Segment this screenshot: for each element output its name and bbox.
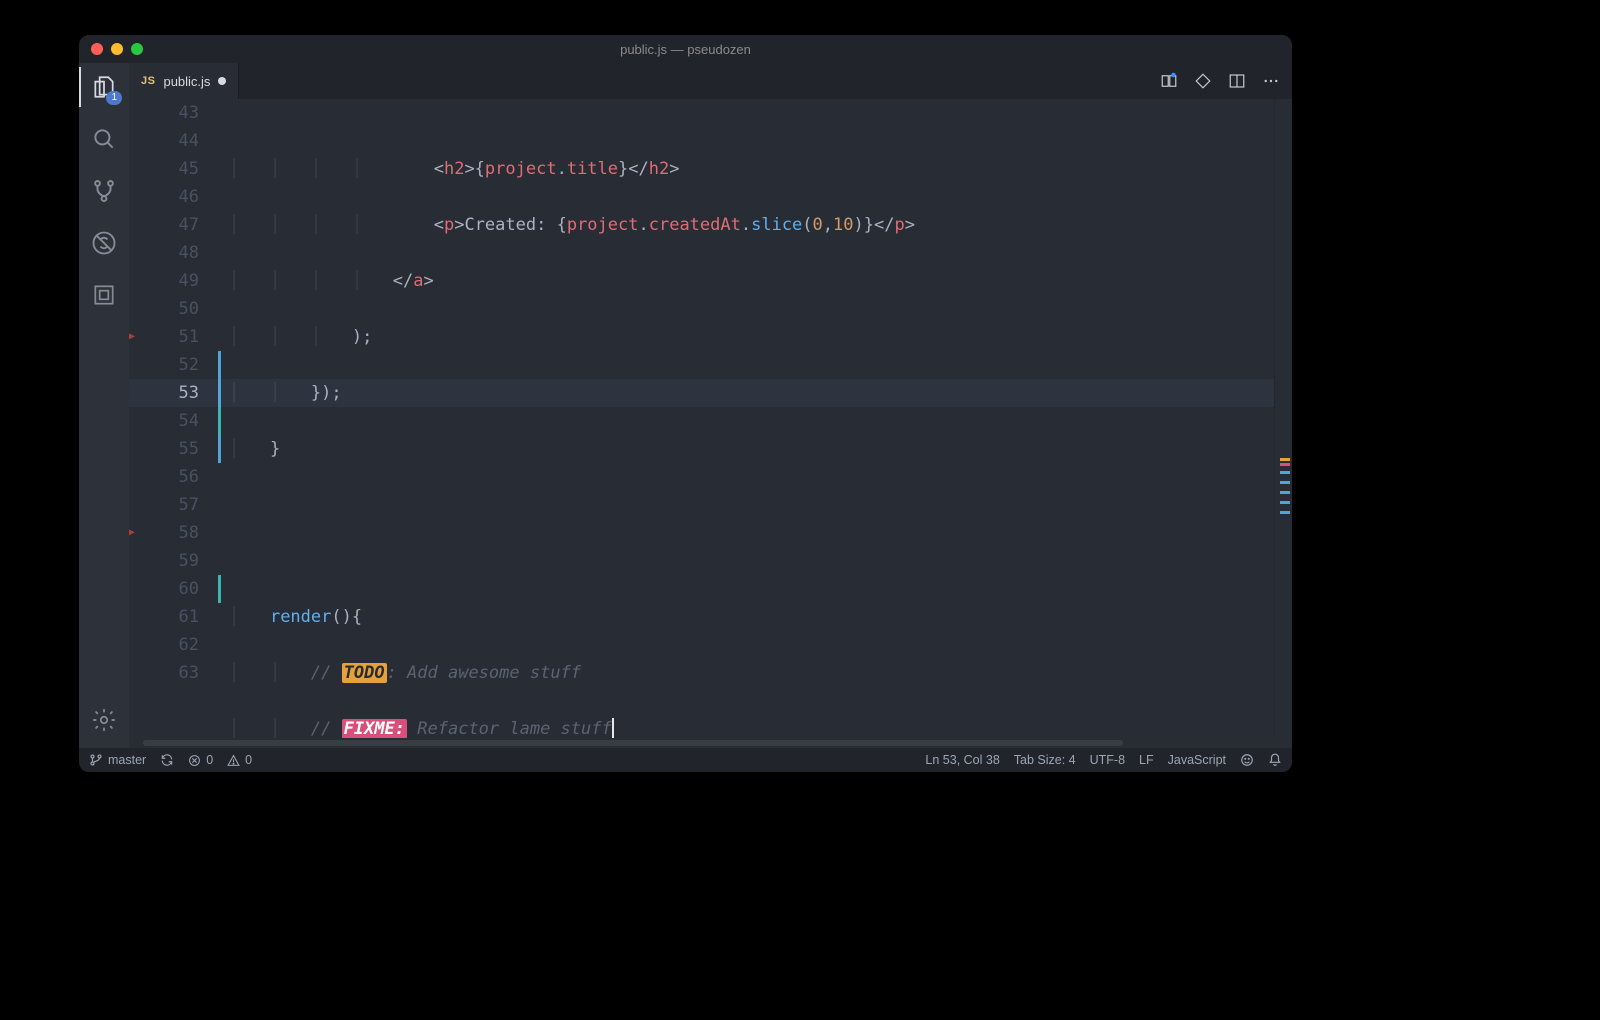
source-control-icon[interactable] <box>90 177 118 205</box>
line-number: 59 <box>143 547 199 575</box>
tab-actions <box>1160 63 1292 99</box>
extensions-icon[interactable] <box>90 281 118 309</box>
horizontal-scrollbar[interactable] <box>129 738 1292 748</box>
line-number: 45 <box>143 155 199 183</box>
status-bar: master 0 0 Ln 53, Col 38 Tab Size: 4 UTF… <box>79 748 1292 772</box>
code-editor[interactable]: ▶ ▶ 434445464748495051525354555657585960… <box>129 99 1292 738</box>
encoding-status[interactable]: UTF-8 <box>1090 753 1125 767</box>
titlebar: public.js — pseudozen <box>79 35 1292 63</box>
open-changes-icon[interactable] <box>1194 72 1212 90</box>
errors-status[interactable]: 0 <box>188 753 213 767</box>
git-branch-status[interactable]: master <box>89 753 146 767</box>
line-number: 54 <box>143 407 199 435</box>
line-number-gutter: 4344454647484950515253545556575859606162… <box>143 99 217 738</box>
line-number: 60 <box>143 575 199 603</box>
explorer-badge: 1 <box>106 91 122 105</box>
scrollbar-thumb[interactable] <box>143 740 1123 746</box>
indent-status[interactable]: Tab Size: 4 <box>1014 753 1076 767</box>
line-number: 44 <box>143 127 199 155</box>
minimap[interactable] <box>1274 99 1292 738</box>
close-window-button[interactable] <box>91 43 103 55</box>
settings-gear-icon[interactable] <box>90 706 118 734</box>
text-caret <box>612 718 614 738</box>
line-number: 46 <box>143 183 199 211</box>
tabs-row: JS public.js <box>129 63 1292 99</box>
warnings-status[interactable]: 0 <box>227 753 252 767</box>
cursor-position-status[interactable]: Ln 53, Col 38 <box>925 753 999 767</box>
eol-status[interactable]: LF <box>1139 753 1154 767</box>
debug-icon[interactable] <box>90 229 118 257</box>
feedback-smiley-icon[interactable] <box>1240 753 1254 767</box>
body-area: 1 <box>79 63 1292 748</box>
line-number: 52 <box>143 351 199 379</box>
line-number: 57 <box>143 491 199 519</box>
line-number: 61 <box>143 603 199 631</box>
line-number: 63 <box>143 659 199 687</box>
search-icon[interactable] <box>90 125 118 153</box>
traffic-lights <box>79 43 143 55</box>
editor-window: public.js — pseudozen 1 <box>79 35 1292 772</box>
line-number: 58 <box>143 519 199 547</box>
todo-highlight: TODO <box>342 663 387 683</box>
line-number: 55 <box>143 435 199 463</box>
minimize-window-button[interactable] <box>111 43 123 55</box>
more-actions-icon[interactable] <box>1262 72 1280 90</box>
line-number: 49 <box>143 267 199 295</box>
split-editor-icon[interactable] <box>1228 72 1246 90</box>
compare-changes-icon[interactable] <box>1160 72 1178 90</box>
explorer-icon[interactable]: 1 <box>90 73 118 101</box>
editor-main: JS public.js <box>129 63 1292 748</box>
fold-arrow-column: ▶ ▶ <box>129 99 143 738</box>
zoom-window-button[interactable] <box>131 43 143 55</box>
tab-public-js[interactable]: JS public.js <box>129 63 239 99</box>
code-content[interactable]: │ │ │ │ <h2>{project.title}</h2> │ │ │ │… <box>223 99 1274 738</box>
line-number: 50 <box>143 295 199 323</box>
line-number: 62 <box>143 631 199 659</box>
language-status[interactable]: JavaScript <box>1168 753 1226 767</box>
notifications-bell-icon[interactable] <box>1268 753 1282 767</box>
dirty-indicator-icon <box>218 77 226 85</box>
activity-bar: 1 <box>79 63 129 748</box>
line-number: 47 <box>143 211 199 239</box>
fixme-highlight: FIXME: <box>342 719 407 738</box>
line-number: 48 <box>143 239 199 267</box>
window-title: public.js — pseudozen <box>79 42 1292 57</box>
line-number: 43 <box>143 99 199 127</box>
line-number: 51 <box>143 323 199 351</box>
tab-filename: public.js <box>163 74 210 89</box>
js-file-icon: JS <box>141 75 155 87</box>
line-number: 56 <box>143 463 199 491</box>
sync-icon[interactable] <box>160 753 174 767</box>
